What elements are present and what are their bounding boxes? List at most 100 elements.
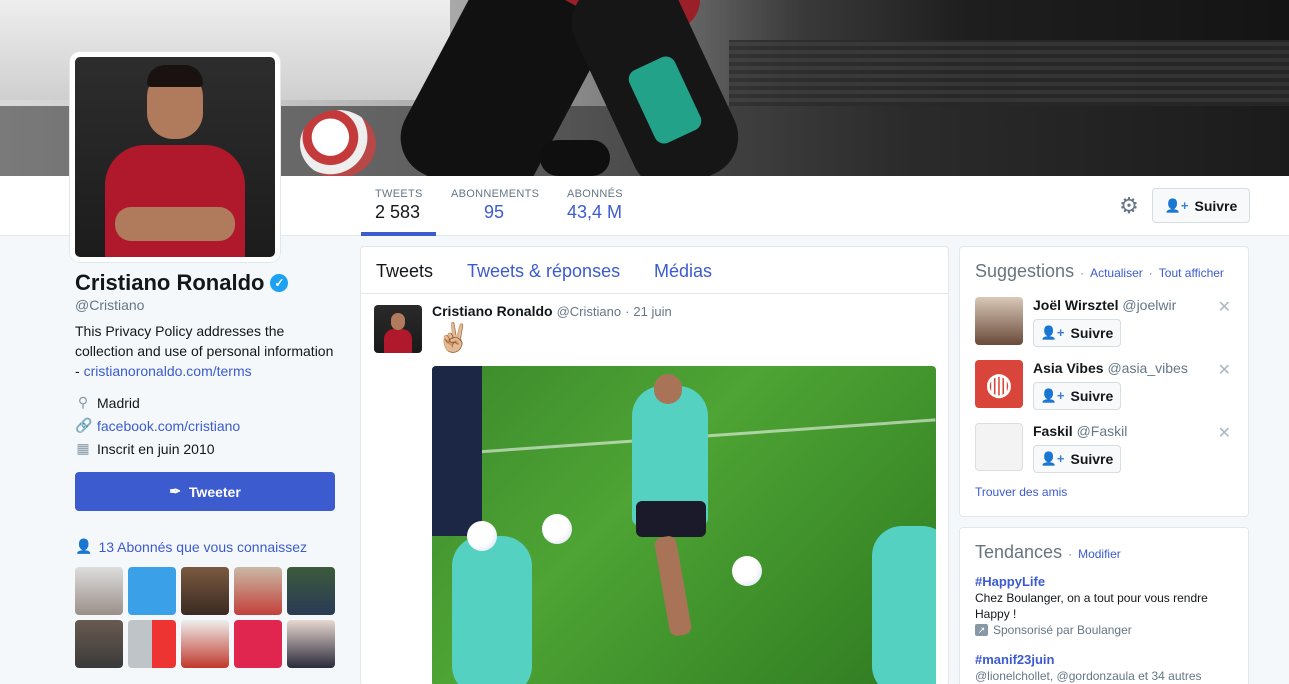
- suggestion-follow-button[interactable]: 👤+ Suivre: [1033, 445, 1121, 473]
- trend-sponsor-text: Sponsorisé par Boulanger: [993, 623, 1132, 637]
- suggestion-follow-label: Suivre: [1070, 451, 1114, 467]
- stat-following-label: ABONNEMENTS: [451, 188, 540, 200]
- suggestion-name-row: Faskil @Faskil: [1033, 423, 1127, 439]
- profile-joined-text: Inscrit en juin 2010: [97, 440, 215, 457]
- person-icon: 👤: [75, 538, 93, 554]
- person-plus-icon: 👤+: [1164, 197, 1189, 213]
- suggestion-handle: @Faskil: [1076, 423, 1128, 439]
- trend-tag[interactable]: #HappyLife: [975, 574, 1237, 590]
- profile-name-row: Cristiano Ronaldo ✓: [75, 270, 337, 296]
- trend-context: @lionelchollet, @gordonzaula et 34 autre…: [975, 669, 1202, 683]
- trends-modify[interactable]: Modifier: [1078, 547, 1121, 561]
- profile-joined: ▦ Inscrit en juin 2010: [75, 440, 215, 457]
- find-friends-link[interactable]: Trouver des amis: [975, 485, 1067, 499]
- suggestions-refresh[interactable]: Actualiser: [1090, 266, 1143, 280]
- suggestion-item: Joël Wirsztel @joelwir ✕ 👤+ Suivre: [975, 297, 1237, 357]
- person-plus-icon: 👤+: [1040, 451, 1065, 466]
- close-icon[interactable]: ✕: [1218, 297, 1231, 317]
- follow-button-label: Suivre: [1194, 197, 1238, 214]
- active-tab-indicator: [361, 232, 436, 236]
- follower-avatar[interactable]: [181, 567, 229, 615]
- suggestion-handle: @joelwir: [1122, 297, 1177, 313]
- suggestion-follow-label: Suivre: [1070, 325, 1114, 341]
- close-icon[interactable]: ✕: [1218, 423, 1231, 443]
- follower-avatar[interactable]: [75, 620, 123, 668]
- stat-following[interactable]: ABONNEMENTS 95: [451, 188, 539, 223]
- tab-tweets[interactable]: Tweets: [376, 261, 433, 282]
- suggestion-follow-label: Suivre: [1070, 388, 1114, 404]
- trend-item[interactable]: #manif23juin @lionelchollet, @gordonzaul…: [975, 652, 1237, 684]
- follower-avatar[interactable]: [287, 567, 335, 615]
- tweet-author-name[interactable]: Cristiano Ronaldo: [432, 303, 553, 319]
- follower-avatar[interactable]: [234, 620, 282, 668]
- stat-followers-value: 43,4 M: [567, 202, 623, 222]
- person-plus-icon: 👤+: [1040, 325, 1065, 340]
- close-icon[interactable]: ✕: [1218, 360, 1231, 380]
- stat-tweets-value: 2 583: [375, 202, 421, 222]
- suggestion-name[interactable]: Asia Vibes: [1033, 360, 1104, 376]
- tweet-text: ✌🏼: [436, 322, 471, 353]
- profile-avatar[interactable]: [70, 52, 280, 262]
- tweet-photo[interactable]: [432, 366, 936, 684]
- profile-bio: This Privacy Policy addresses the collec…: [75, 321, 337, 381]
- person-plus-icon: 👤+: [1040, 388, 1065, 403]
- tweet-date[interactable]: 21 juin: [633, 304, 671, 319]
- profile-handle: @Cristiano: [75, 297, 145, 313]
- follower-avatar[interactable]: [287, 620, 335, 668]
- profile-card: Cristiano Ronaldo ✓ @Cristiano This Priv…: [75, 270, 337, 381]
- suggestions-title: Suggestions: [975, 261, 1075, 281]
- profile-location: ⚲ Madrid: [75, 394, 140, 411]
- profile-name[interactable]: Cristiano Ronaldo: [75, 270, 264, 296]
- suggestions-sep: ·: [1148, 266, 1153, 280]
- tweet-author-handle[interactable]: @Cristiano: [557, 304, 622, 319]
- calendar-icon: ▦: [76, 440, 90, 456]
- suggestion-item: ◍ Asia Vibes @asia_vibes ✕ 👤+ Suivre: [975, 360, 1237, 420]
- suggestion-name[interactable]: Joël Wirsztel: [1033, 297, 1118, 313]
- tab-media[interactable]: Médias: [654, 261, 712, 282]
- follow-button[interactable]: 👤+ Suivre: [1152, 188, 1250, 223]
- follower-avatar[interactable]: [128, 567, 176, 615]
- trend-tag[interactable]: #manif23juin: [975, 652, 1237, 668]
- tab-tweets-replies[interactable]: Tweets & réponses: [467, 261, 620, 282]
- stat-followers[interactable]: ABONNÉS 43,4 M: [567, 188, 623, 223]
- suggestions-sep: ·: [1080, 266, 1085, 280]
- suggestion-avatar[interactable]: [975, 423, 1023, 471]
- trends-header: Tendances · Modifier: [975, 542, 1121, 563]
- followers-you-know[interactable]: 👤 13 Abonnés que vous connaissez: [75, 538, 307, 555]
- trends-sep: ·: [1068, 547, 1073, 561]
- stat-tweets-label: TWEETS: [375, 188, 423, 200]
- tweet-author-avatar[interactable]: [374, 305, 422, 353]
- feather-icon: ✒: [169, 483, 181, 499]
- gear-icon[interactable]: ⚙: [1116, 193, 1142, 219]
- suggestion-follow-button[interactable]: 👤+ Suivre: [1033, 382, 1121, 410]
- suggestion-avatar[interactable]: [975, 297, 1023, 345]
- follower-avatar[interactable]: [181, 620, 229, 668]
- tweet-to-button-label: Tweeter: [188, 483, 241, 500]
- suggestion-avatar[interactable]: ◍: [975, 360, 1023, 408]
- map-pin-icon: ⚲: [77, 394, 89, 410]
- link-icon: 🔗: [75, 417, 93, 433]
- trends-title: Tendances: [975, 542, 1063, 562]
- profile-bio-link[interactable]: cristianoronaldo.com/terms: [84, 363, 252, 379]
- suggestions-view-all[interactable]: Tout afficher: [1159, 266, 1224, 280]
- suggestion-name-row: Asia Vibes @asia_vibes: [1033, 360, 1188, 376]
- suggestion-item: Faskil @Faskil ✕ 👤+ Suivre: [975, 423, 1237, 483]
- follower-avatar[interactable]: [234, 567, 282, 615]
- follower-avatar[interactable]: [75, 567, 123, 615]
- suggestion-handle: @asia_vibes: [1107, 360, 1188, 376]
- football-image: [300, 110, 376, 176]
- tweet-to-button[interactable]: ✒ Tweeter: [75, 472, 335, 511]
- trend-item[interactable]: #HappyLife Chez Boulanger, on a tout pou…: [975, 574, 1237, 638]
- stat-tweets[interactable]: TWEETS 2 583: [375, 188, 423, 223]
- suggestion-follow-button[interactable]: 👤+ Suivre: [1033, 319, 1121, 347]
- timeline: Tweets Tweets & réponses Médias Cristian…: [360, 246, 949, 684]
- suggestion-name-row: Joël Wirsztel @joelwir: [1033, 297, 1176, 313]
- profile-location-text: Madrid: [97, 394, 140, 411]
- suggestion-name[interactable]: Faskil: [1033, 423, 1073, 439]
- stat-followers-label: ABONNÉS: [567, 188, 623, 200]
- profile-website-link[interactable]: facebook.com/cristiano: [97, 418, 240, 434]
- followers-you-know-label: 13 Abonnés que vous connaissez: [98, 538, 308, 555]
- suggestions-card: Suggestions · Actualiser · Tout afficher…: [959, 246, 1249, 517]
- timeline-tabs: Tweets Tweets & réponses Médias: [361, 247, 948, 294]
- follower-avatar[interactable]: [128, 620, 176, 668]
